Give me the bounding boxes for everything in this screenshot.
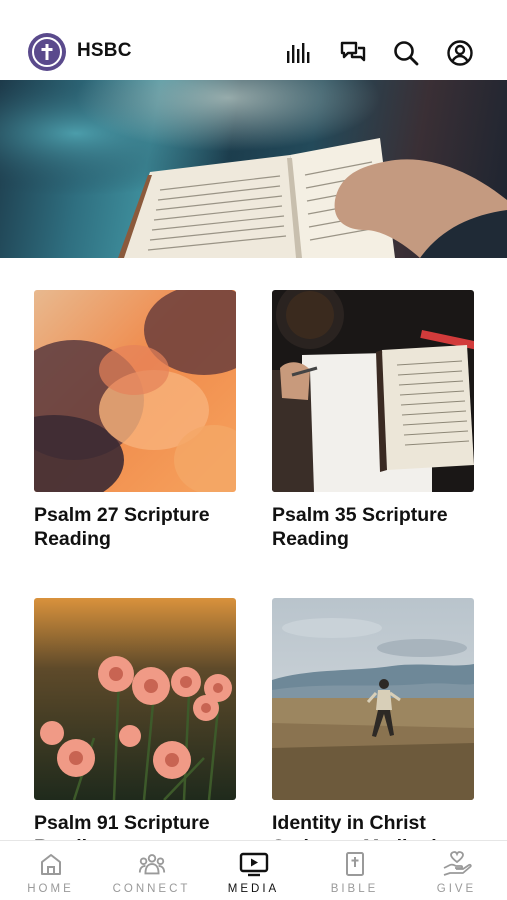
bottom-tab-bar: HOME CONNECT MEDIA BIBLE GIVE [0, 840, 507, 900]
chat-bubbles-icon[interactable] [338, 38, 368, 68]
media-card[interactable]: Psalm 91 Scripture Reading [34, 598, 236, 859]
home-icon [36, 851, 66, 877]
tab-home[interactable]: HOME [0, 841, 101, 900]
media-card[interactable]: Psalm 35 Scripture Reading [272, 290, 474, 551]
tab-label: GIVE [436, 883, 477, 895]
status-bar [0, 0, 507, 26]
give-icon [442, 851, 472, 877]
media-card-title[interactable]: Psalm 27 Scripture Reading [34, 503, 249, 551]
profile-icon[interactable] [445, 38, 475, 68]
media-thumbnail-man-in-field[interactable] [272, 598, 474, 800]
tab-bible[interactable]: BIBLE [304, 841, 405, 900]
tab-label: CONNECT [112, 883, 191, 895]
tv-icon [239, 851, 269, 877]
tab-give[interactable]: GIVE [406, 841, 507, 900]
search-icon[interactable] [391, 38, 421, 68]
media-thumbnail-pink-flowers[interactable] [34, 598, 236, 800]
media-thumbnail-sunset-clouds[interactable] [34, 290, 236, 492]
church-logo[interactable] [28, 33, 66, 71]
app-title: HSBC [77, 40, 132, 61]
tab-label: MEDIA [227, 883, 280, 895]
tab-label: BIBLE [330, 883, 379, 895]
cross-icon [32, 37, 62, 67]
media-thumbnail-open-bible-desk[interactable] [272, 290, 474, 492]
live-audio-icon[interactable] [284, 38, 314, 68]
app-header: HSBC [0, 26, 507, 80]
media-card[interactable]: Psalm 27 Scripture Reading [34, 290, 236, 551]
tab-media[interactable]: MEDIA [203, 841, 304, 900]
bible-icon [340, 851, 370, 877]
media-card-title[interactable]: Psalm 35 Scripture Reading [272, 503, 487, 551]
media-card[interactable]: Identity in Christ Scripture Meditation [272, 598, 474, 859]
tab-connect[interactable]: CONNECT [101, 841, 202, 900]
group-icon [137, 851, 167, 877]
hero-banner-image [0, 80, 507, 258]
tab-label: HOME [27, 883, 74, 895]
